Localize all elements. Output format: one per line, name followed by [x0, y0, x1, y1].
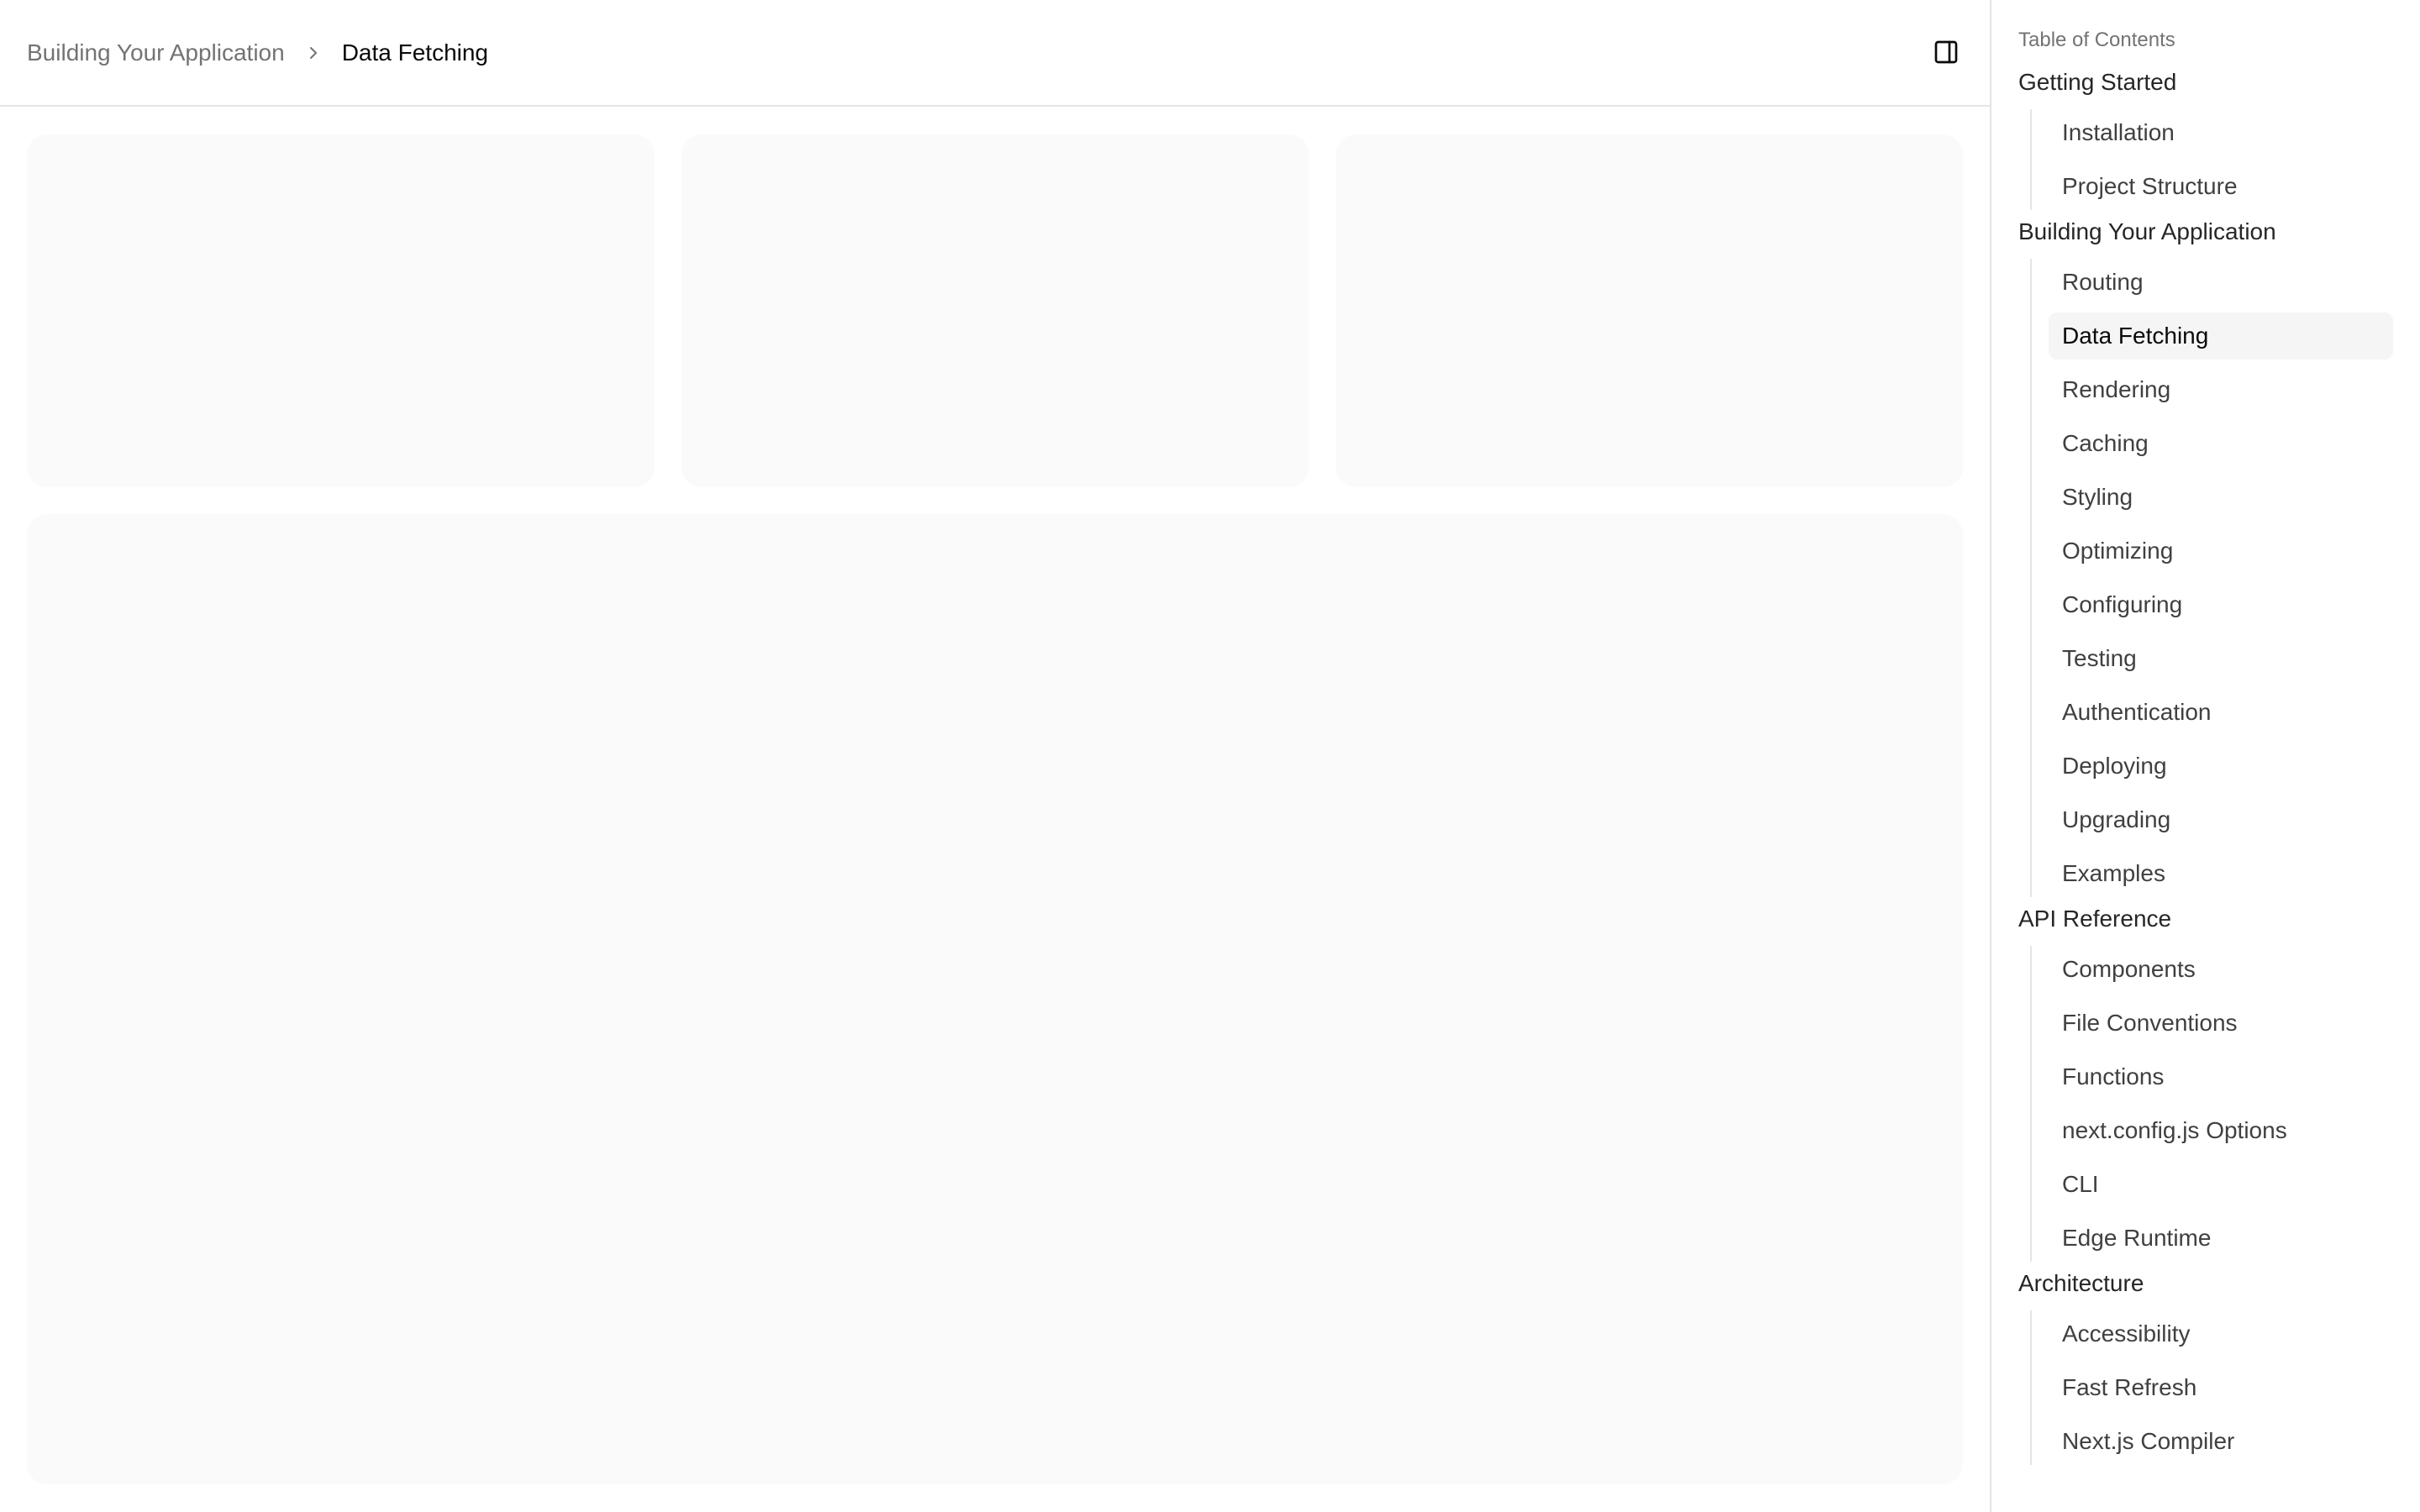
sidebar-toggle-button[interactable]: [1929, 37, 1963, 71]
toc-item-caching[interactable]: Caching: [2049, 420, 2393, 467]
toc-item-upgrading[interactable]: Upgrading: [2049, 796, 2393, 843]
toc-item-project-structure[interactable]: Project Structure: [2049, 163, 2393, 210]
page-header: Building Your Application Data Fetching: [0, 0, 1990, 107]
toc-item-testing[interactable]: Testing: [2049, 635, 2393, 682]
skeleton-card-2: [681, 134, 1309, 487]
toc-item-installation[interactable]: Installation: [2049, 109, 2393, 156]
toc-item-routing[interactable]: Routing: [2049, 259, 2393, 306]
chevron-right-icon: [300, 39, 327, 66]
toc-item-cli[interactable]: CLI: [2049, 1161, 2393, 1208]
toc-item-nextjs-compiler[interactable]: Next.js Compiler: [2049, 1418, 2393, 1465]
toc-section-architecture: Architecture Accessibility Fast Refresh …: [2018, 1257, 2393, 1465]
toc-item-functions[interactable]: Functions: [2049, 1053, 2393, 1100]
table-of-contents-sidebar: Table of Contents Getting Started Instal…: [1990, 0, 2420, 1512]
breadcrumb-current-page: Data Fetching: [341, 39, 489, 66]
toc-item-file-conventions[interactable]: File Conventions: [2049, 1000, 2393, 1047]
toc-section-building-your-application: Building Your Application Routing Data F…: [2018, 205, 2393, 897]
toc-section-items: Installation Project Structure: [2030, 109, 2393, 210]
app-window: Building Your Application Data Fetching: [0, 0, 2420, 1512]
toc-item-authentication[interactable]: Authentication: [2049, 689, 2393, 736]
toc-section-api-reference: API Reference Components File Convention…: [2018, 892, 2393, 1262]
toc-item-styling[interactable]: Styling: [2049, 474, 2393, 521]
toc-section-items: Components File Conventions Functions ne…: [2030, 946, 2393, 1262]
toc-section-title[interactable]: Getting Started: [2018, 55, 2393, 109]
toc-item-configuring[interactable]: Configuring: [2049, 581, 2393, 628]
toc-section-title[interactable]: API Reference: [2018, 892, 2393, 946]
skeleton-card-3: [1336, 134, 1963, 487]
breadcrumb-parent-link[interactable]: Building Your Application: [27, 40, 285, 65]
toc-item-deploying[interactable]: Deploying: [2049, 743, 2393, 790]
breadcrumb: Building Your Application Data Fetching: [27, 39, 488, 66]
toc-item-rendering[interactable]: Rendering: [2049, 366, 2393, 413]
toc-section-title[interactable]: Architecture: [2018, 1257, 2393, 1310]
toc-section-items: Routing Data Fetching Rendering Caching …: [2030, 259, 2393, 897]
main-content: Building Your Application Data Fetching: [0, 0, 1990, 1512]
toc-item-optimizing[interactable]: Optimizing: [2049, 528, 2393, 575]
sidebar-panel-icon: [1933, 39, 1960, 70]
toc-item-components[interactable]: Components: [2049, 946, 2393, 993]
toc-item-next-config-options[interactable]: next.config.js Options: [2049, 1107, 2393, 1154]
toc-section-title[interactable]: Building Your Application: [2018, 205, 2393, 259]
toc-heading: Table of Contents: [2018, 29, 2175, 51]
skeleton-card-1: [27, 134, 655, 487]
toc-item-examples[interactable]: Examples: [2049, 850, 2393, 897]
toc-item-fast-refresh[interactable]: Fast Refresh: [2049, 1364, 2393, 1411]
toc-section-getting-started: Getting Started Installation Project Str…: [2018, 55, 2393, 210]
toc-item-data-fetching[interactable]: Data Fetching: [2049, 312, 2393, 360]
toc-section-items: Accessibility Fast Refresh Next.js Compi…: [2030, 1310, 2393, 1465]
skeleton-content-block: [27, 514, 1963, 1484]
toc-item-accessibility[interactable]: Accessibility: [2049, 1310, 2393, 1357]
toc-item-edge-runtime[interactable]: Edge Runtime: [2049, 1215, 2393, 1262]
